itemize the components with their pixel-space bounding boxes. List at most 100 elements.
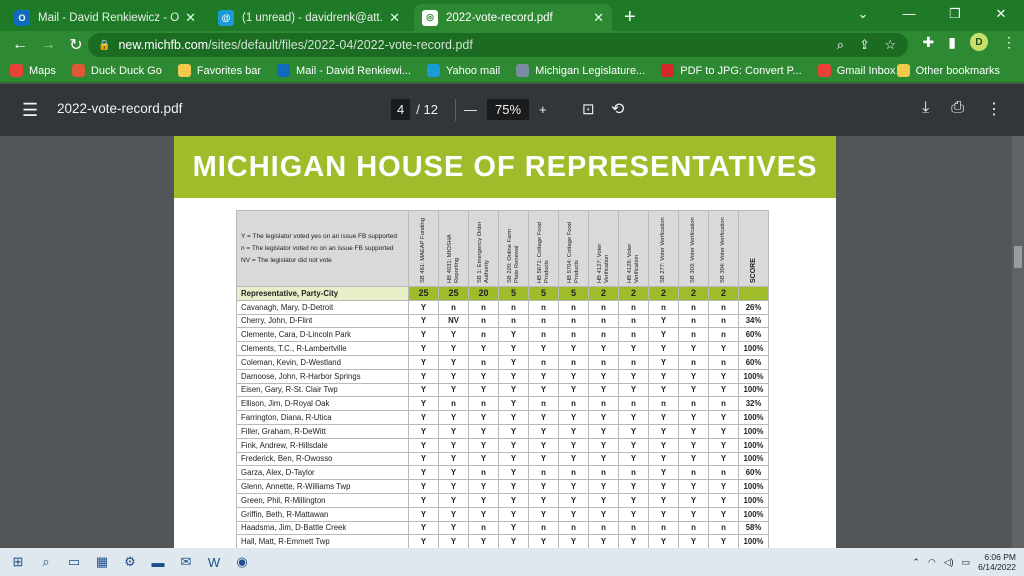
address-bar[interactable]: 🔒 new.michfb.com/sites/default/files/202… [88,33,908,57]
volume-icon[interactable]: ◁) [944,557,954,568]
print-icon[interactable]: ⎙ [951,99,964,119]
new-tab-button[interactable]: + [624,4,636,31]
vote-cell: Y [408,396,439,412]
page-number-input[interactable]: 4 [391,99,411,120]
chrome-icon[interactable]: ◉ [230,552,254,572]
vote-cell: n [588,520,619,536]
vote-cell: Y [618,382,649,398]
vote-cell: Y [618,368,649,384]
chevron-up-icon[interactable]: ⌃ [912,557,920,568]
share-icon[interactable]: ⇪ [859,37,870,53]
score-cell: 100% [738,382,769,398]
hamburger-menu-icon[interactable]: ☰ [22,100,38,121]
vote-cell: Y [408,299,439,315]
network-icon[interactable]: ◠ [928,557,936,568]
vote-cell: n [558,520,589,536]
close-icon[interactable]: ✕ [389,10,400,26]
close-icon[interactable]: ✕ [185,10,196,26]
extensions-icon[interactable]: ✚ [923,34,935,51]
vote-cell: Y [498,492,529,508]
bookmark-item[interactable]: Maps [10,64,56,77]
settings-icon[interactable]: ⚙ [118,552,142,572]
vote-cell: Y [648,313,679,329]
zoom-in-button[interactable]: + [539,102,547,117]
vote-cell: Y [498,410,529,425]
chevron-down-icon[interactable]: ⌄ [840,0,886,28]
vote-cell: Y [498,341,529,356]
bookmark-label: Maps [29,64,56,77]
att-icon: @ [218,9,234,26]
tab-3[interactable]: ◎ 2022-vote-record.pdf ✕ [414,4,612,31]
bookmark-item[interactable]: Yahoo mail [426,64,500,77]
vote-cell: Y [468,368,499,384]
battery-icon[interactable]: ▭ [962,557,971,568]
bookmark-item[interactable]: Michigan Legislature... [516,64,645,77]
vote-cell: Y [618,410,649,425]
vote-cell: Y [408,520,439,536]
zoom-controls: — 75% + [464,99,547,120]
vote-cell: Y [648,327,679,343]
lock-icon[interactable]: 🔒 [98,40,110,51]
zoom-icon[interactable]: ⌕ [837,37,844,53]
star-icon[interactable]: ☆ [884,37,896,53]
profile-avatar[interactable]: D [970,33,988,51]
zoom-out-button[interactable]: — [464,102,477,117]
windows-start-icon[interactable]: ⊞ [6,552,30,572]
restore-button[interactable]: ❐ [932,0,978,28]
more-options-icon[interactable]: ⋮ [986,99,1002,119]
vote-cell: Y [438,520,469,536]
pdf-viewer[interactable]: MICHIGAN HOUSE OF REPRESENTATIVES Y = Th… [0,136,1024,548]
back-button[interactable]: ← [6,36,34,54]
representative-name: Hall, Matt, R-Emmett Twp [236,534,409,548]
bookmark-item[interactable]: Mail - David Renkiewi... [277,64,411,77]
vote-cell: Y [528,382,559,398]
clock[interactable]: 6:06 PM 6/14/2022 [978,552,1016,572]
bookmark-item[interactable]: Duck Duck Go [71,64,162,77]
representative-name: Filler, Graham, R-DeWitt [236,423,409,439]
scrollbar-thumb[interactable] [1014,246,1022,268]
close-window-button[interactable]: ✕ [978,0,1024,28]
widgets-icon[interactable]: ▦ [90,552,114,572]
bookmark-item[interactable]: Gmail Inbox [817,64,895,77]
vote-cell: Y [678,368,709,384]
tab-1[interactable]: O Mail - David Renkiewicz - Outlook ✕ [6,4,204,31]
vote-cell: Y [678,479,709,494]
fit-page-icon[interactable]: ⊡ [582,100,595,118]
file-explorer-icon[interactable]: ▬ [146,552,170,572]
vote-cell: n [588,354,619,370]
word-icon[interactable]: W [202,552,226,572]
vote-cell: Y [468,423,499,439]
menu-icon[interactable]: ⋮ [1002,34,1016,51]
vote-cell: Y [708,410,739,425]
score-cell: 100% [738,410,769,425]
forward-button[interactable]: → [34,36,62,54]
download-icon[interactable]: ⤓ [922,99,929,119]
vote-cell: n [468,520,499,536]
side-panel-icon[interactable]: ▮ [948,34,956,51]
vote-cell: Y [708,382,739,398]
vote-cell: Y [708,451,739,467]
vote-cell: Y [648,465,679,481]
bookmark-item[interactable]: PDF to JPG: Convert P... [661,64,802,77]
close-icon[interactable]: ✕ [593,10,604,26]
zoom-level-input[interactable]: 75% [487,99,530,120]
pdf-page: MICHIGAN HOUSE OF REPRESENTATIVES Y = Th… [174,136,836,548]
scrollbar[interactable] [1012,136,1024,548]
other-bookmarks[interactable]: Other bookmarks [896,64,1000,77]
bookmark-item[interactable]: Favorites bar [177,64,261,77]
vote-cell: n [678,465,709,481]
reload-button[interactable]: ↻ [62,35,90,55]
score-cell: 100% [738,479,769,494]
vote-cell: Y [528,437,559,453]
task-view-icon[interactable]: ▭ [62,552,86,572]
vote-cell: Y [678,492,709,508]
vote-cell: Y [438,437,469,453]
tab-2[interactable]: @ (1 unread) - davidrenk@att.net - AT ✕ [210,4,408,31]
vote-cell: n [558,313,589,329]
vote-cell: n [618,354,649,370]
representative-name: Frederick, Ben, R-Owosso [236,451,409,467]
minimize-button[interactable]: — [886,0,932,28]
search-icon[interactable]: ⌕ [34,552,58,572]
outlook-taskbar-icon[interactable]: ✉ [174,552,198,572]
rotate-icon[interactable]: ⟲ [611,99,624,119]
